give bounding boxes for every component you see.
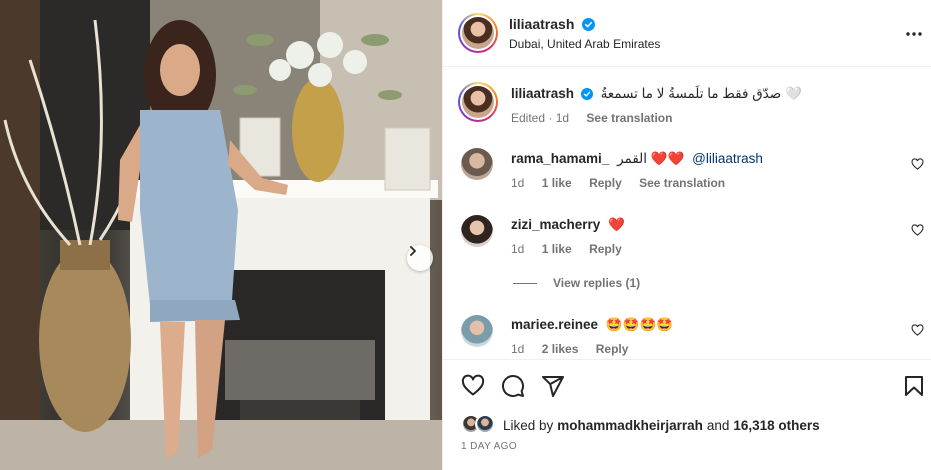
comment-like-heart-icon[interactable] (911, 158, 924, 171)
likes-summary[interactable]: Liked by mohammadkheirjarrah and 16,318 … (461, 414, 820, 436)
verified-badge-icon (581, 18, 595, 31)
likes-prefix: Liked by (503, 417, 554, 433)
comment-avatar[interactable] (461, 148, 493, 180)
comment-text: القمر ❤️❤️ (617, 151, 685, 166)
likes-and: and (706, 417, 730, 433)
replies-divider (513, 282, 537, 284)
caption-username[interactable]: liliaatrash (511, 86, 574, 101)
post-photo-image (0, 0, 442, 470)
more-icon[interactable] (904, 24, 924, 44)
view-replies-button[interactable]: View replies (1) (513, 276, 640, 290)
comment-likes-count[interactable]: 1 like (542, 176, 572, 190)
post-photo[interactable] (0, 0, 442, 470)
comment-see-translation-button[interactable]: See translation (639, 176, 725, 190)
likes-others-count[interactable]: 16,318 others (733, 418, 819, 433)
heart-icon[interactable] (461, 374, 485, 398)
comment-like-heart-icon[interactable] (911, 224, 924, 237)
post-header: liliaatrash Dubai, United Arab Emirates (443, 0, 931, 67)
comment-username[interactable]: mariee.reinee (511, 317, 598, 332)
author-username[interactable]: liliaatrash (509, 16, 574, 32)
see-translation-button[interactable]: See translation (586, 111, 672, 125)
caption-edited-label: Edited (511, 111, 546, 125)
caption-age[interactable]: 1d (556, 111, 569, 125)
liker-username[interactable]: mohammadkheirjarrah (557, 418, 703, 433)
post-timestamp[interactable]: 1 DAY AGO (461, 441, 517, 452)
comment-reply-button[interactable]: Reply (589, 176, 622, 190)
comment-username[interactable]: rama_hamami_ (511, 151, 609, 166)
next-photo-button[interactable] (407, 245, 433, 271)
verified-badge-icon (580, 88, 593, 100)
comment-username[interactable]: zizi_macherry (511, 217, 600, 232)
post-details-pane: liliaatrash Dubai, United Arab Emirates … (442, 0, 931, 470)
caption-avatar[interactable] (458, 82, 498, 122)
caption-text: صدّق فقط ما تلَمسةُ لا ما تسمعةُ 🤍 (600, 86, 802, 101)
comment-reply-button[interactable]: Reply (596, 342, 629, 356)
comment-likes-count[interactable]: 1 like (542, 242, 572, 256)
comment-age[interactable]: 1d (511, 242, 524, 256)
comment-age[interactable]: 1d (511, 176, 524, 190)
comment-text: 🤩🤩🤩🤩 (605, 317, 674, 332)
comment-avatar[interactable] (461, 315, 493, 347)
chevron-right-icon (410, 246, 416, 256)
post-action-bar (443, 359, 931, 409)
comment-mention-link[interactable]: @liliaatrash (692, 151, 763, 166)
comment-text: ❤️ (608, 217, 625, 232)
comment-icon[interactable] (501, 374, 525, 398)
comment-likes-count[interactable]: 2 likes (542, 342, 579, 356)
comment-like-heart-icon[interactable] (911, 324, 924, 337)
comment-avatar[interactable] (461, 215, 493, 247)
author-avatar[interactable] (458, 13, 498, 53)
comment-reply-button[interactable]: Reply (589, 242, 622, 256)
view-replies-label: View replies (1) (553, 276, 641, 290)
bookmark-icon[interactable] (902, 374, 926, 398)
liker-avatars (461, 414, 497, 436)
comment-age[interactable]: 1d (511, 342, 524, 356)
share-icon[interactable] (541, 374, 565, 398)
post-location[interactable]: Dubai, United Arab Emirates (509, 37, 660, 51)
